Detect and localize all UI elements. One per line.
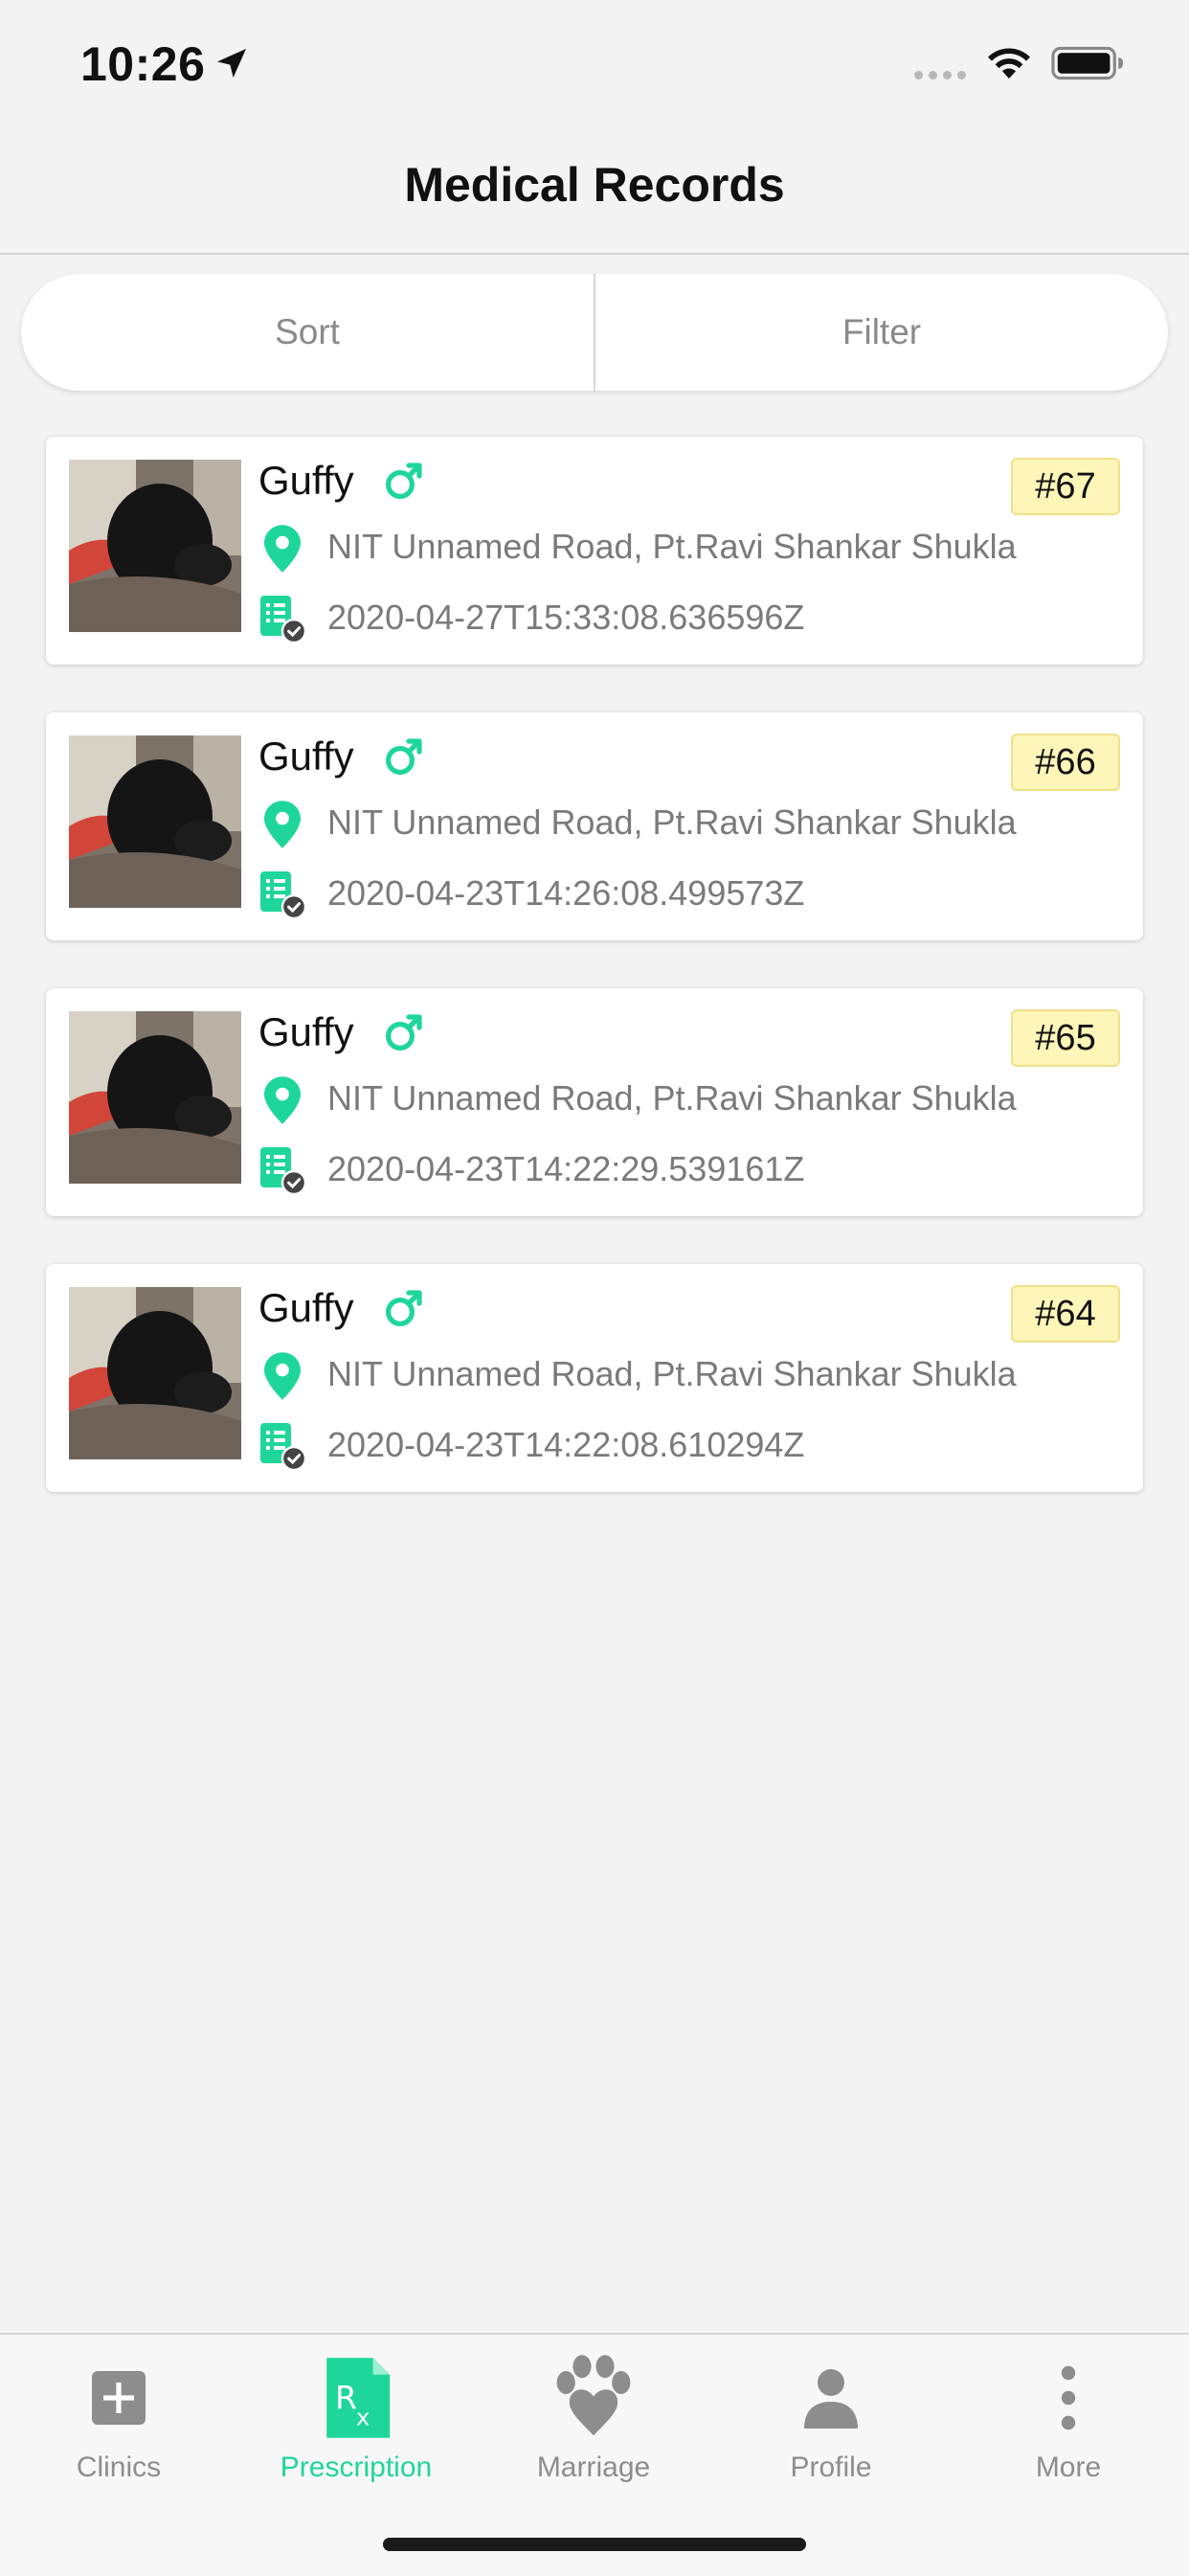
record-card[interactable]: Guffy #67 NIT Unnamed Road, Pt.Ravi Shan… <box>46 437 1143 665</box>
record-timestamp: 2020-04-27T15:33:08.636596Z <box>327 598 805 637</box>
status-time: 10:26 <box>80 37 206 91</box>
record-card[interactable]: Guffy #64 NIT Unnamed Road, Pt.Ravi Shan… <box>46 1264 1143 1492</box>
cellular-signal-icon <box>914 71 966 79</box>
tab-clinics[interactable]: Clinics <box>0 2335 237 2497</box>
records-list: Guffy #67 NIT Unnamed Road, Pt.Ravi Shan… <box>46 437 1143 1540</box>
tab-marriage[interactable]: Marriage <box>475 2335 712 2497</box>
tab-prescription[interactable]: R x Prescription <box>237 2335 475 2497</box>
medical-record-icon <box>260 596 306 644</box>
tab-label: Marriage <box>536 2452 651 2483</box>
pet-photo <box>69 460 241 632</box>
location-arrow-icon <box>217 49 246 78</box>
location-pin-icon <box>264 525 301 573</box>
pet-name: Guffy <box>258 1009 354 1054</box>
location-pin-icon <box>264 1076 301 1124</box>
male-gender-icon <box>386 1014 422 1051</box>
pet-photo <box>69 735 241 908</box>
record-address: NIT Unnamed Road, Pt.Ravi Shankar Shukla <box>327 1354 1017 1393</box>
record-address: NIT Unnamed Road, Pt.Ravi Shankar Shukla <box>327 527 1017 566</box>
tab-profile[interactable]: Profile <box>712 2335 950 2497</box>
pet-name: Guffy <box>258 458 354 503</box>
pet-photo <box>69 1011 241 1184</box>
pet-name: Guffy <box>258 1285 354 1330</box>
plus-square-icon <box>92 2371 146 2425</box>
page-title: Medical Records <box>404 158 785 212</box>
male-gender-icon <box>386 1290 422 1326</box>
more-vertical-icon <box>1061 2365 1076 2430</box>
sort-button[interactable]: Sort <box>21 274 594 391</box>
status-bar: 10:26 <box>0 0 1189 124</box>
record-number-badge: #67 <box>1011 458 1120 515</box>
tab-label: More <box>1035 2452 1102 2483</box>
pet-photo <box>69 1287 241 1459</box>
record-address: NIT Unnamed Road, Pt.Ravi Shankar Shukla <box>327 802 1017 842</box>
tab-label: Prescription <box>280 2452 433 2483</box>
location-pin-icon <box>264 801 301 848</box>
medical-record-icon <box>260 1147 306 1195</box>
filter-button[interactable]: Filter <box>595 274 1168 391</box>
medical-record-icon <box>260 1423 306 1471</box>
record-number-badge: #64 <box>1011 1285 1120 1343</box>
record-number-badge: #65 <box>1011 1009 1120 1067</box>
record-number-badge: #66 <box>1011 734 1120 791</box>
record-timestamp: 2020-04-23T14:22:29.539161Z <box>327 1149 805 1188</box>
paw-icon <box>556 2355 631 2436</box>
person-icon <box>804 2369 858 2429</box>
svg-text:R: R <box>335 2379 357 2416</box>
home-indicator[interactable] <box>383 2538 806 2551</box>
tab-more[interactable]: More <box>950 2335 1187 2497</box>
record-card[interactable]: Guffy #66 NIT Unnamed Road, Pt.Ravi Shan… <box>46 712 1143 940</box>
record-timestamp: 2020-04-23T14:22:08.610294Z <box>327 1425 805 1464</box>
location-pin-icon <box>264 1352 301 1400</box>
medical-record-icon <box>260 871 306 919</box>
record-address: NIT Unnamed Road, Pt.Ravi Shankar Shukla <box>327 1078 1017 1118</box>
svg-text:x: x <box>356 2405 370 2431</box>
wifi-icon <box>988 48 1030 79</box>
record-card[interactable]: Guffy #65 NIT Unnamed Road, Pt.Ravi Shan… <box>46 988 1143 1216</box>
rx-document-icon: R x <box>326 2358 391 2438</box>
male-gender-icon <box>386 738 422 775</box>
navigation-bar: Medical Records <box>0 124 1189 255</box>
tab-label: Clinics <box>76 2452 162 2483</box>
sort-filter-bar: Sort Filter <box>21 274 1168 391</box>
pet-name: Guffy <box>258 734 354 779</box>
male-gender-icon <box>386 463 422 499</box>
battery-icon <box>1051 46 1124 80</box>
tab-label: Profile <box>790 2452 872 2483</box>
record-timestamp: 2020-04-23T14:26:08.499573Z <box>327 873 805 913</box>
